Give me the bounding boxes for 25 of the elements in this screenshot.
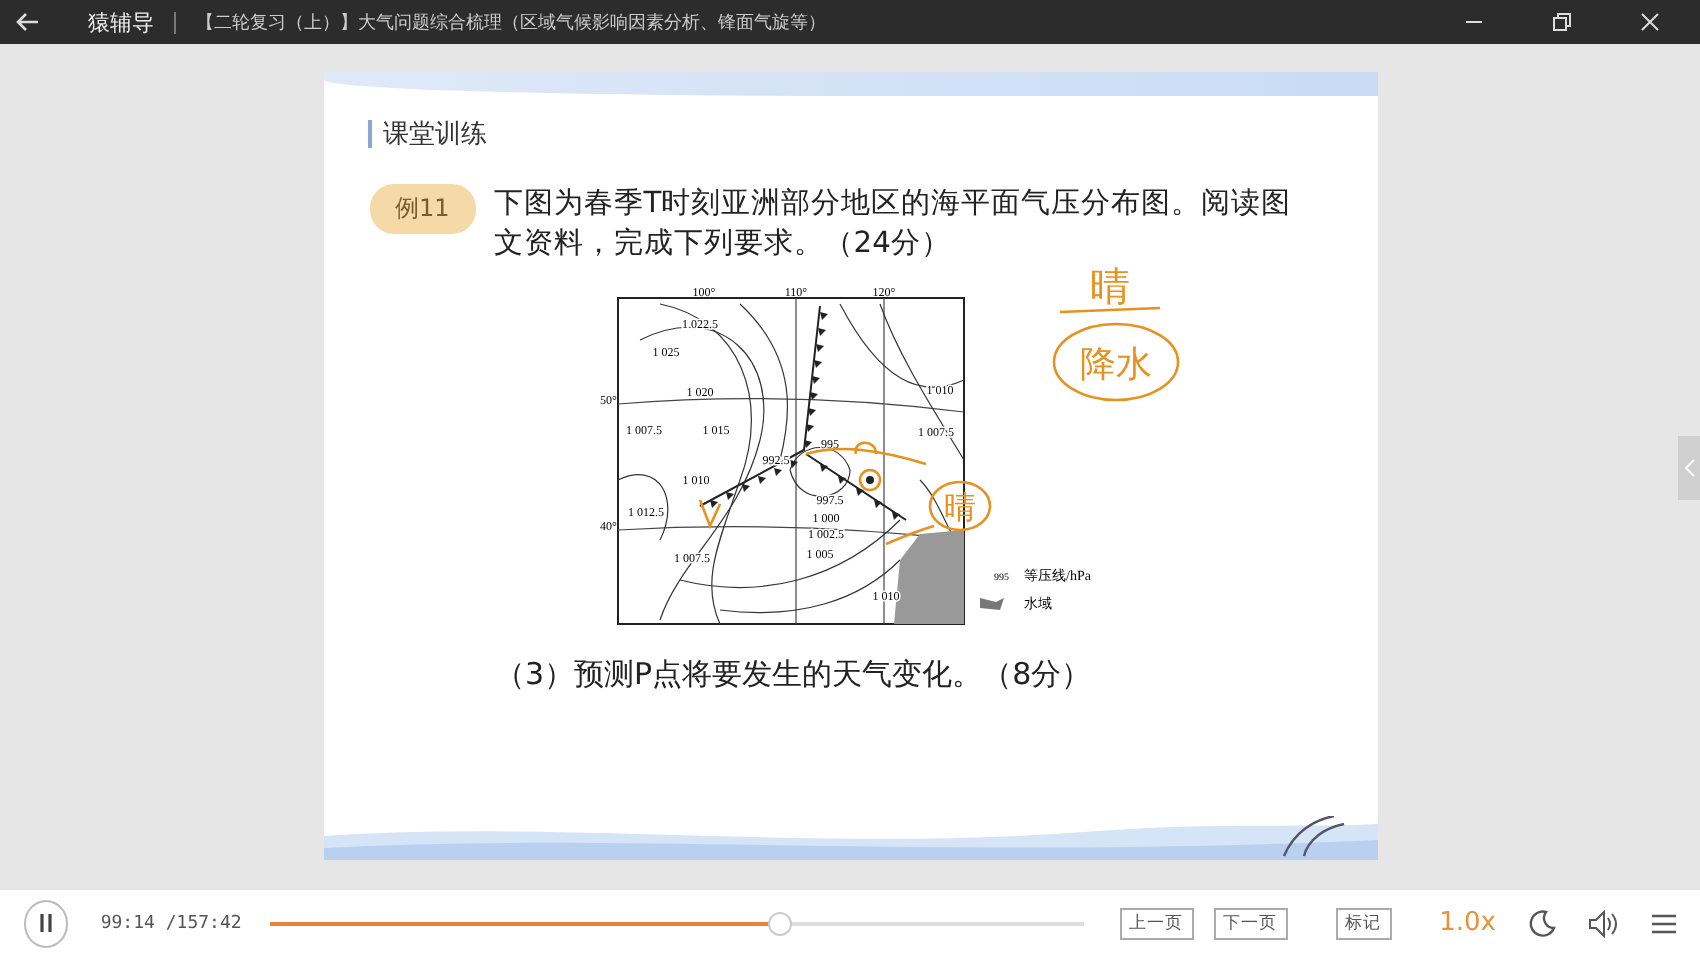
pause-button[interactable] [24, 899, 69, 947]
slider-thumb[interactable] [767, 911, 792, 935]
moon-icon[interactable] [1528, 909, 1556, 937]
pen-circle [1051, 322, 1179, 402]
question-text: 下图为春季T时刻亚洲部分地区的海平面气压分布图。阅读图文资料，完成下列要求。（24分） [493, 184, 1294, 264]
water-icon [979, 598, 1003, 610]
section-title: 课堂训练 [383, 118, 487, 152]
window-title: 【二轮复习（上）】大气问题综合梳理（区域气候影响因素分析、锋面气旋等） [196, 11, 828, 35]
pen-circle [857, 468, 881, 492]
side-panel-handle[interactable] [1678, 436, 1700, 500]
volume-icon[interactable] [1588, 909, 1620, 937]
back-icon[interactable] [16, 12, 40, 32]
app-name: 猿辅导 [88, 7, 154, 37]
page-button[interactable]: 标记 [1335, 907, 1392, 939]
handwritten-text: 降水 [1079, 344, 1151, 386]
handwritten-text: 晴 [1089, 262, 1129, 310]
pause-icon [38, 914, 55, 932]
playback-time: 99:14 /157:42 [100, 913, 242, 933]
menu-icon[interactable] [1652, 911, 1676, 935]
page-button[interactable]: 下一页 [1213, 907, 1288, 939]
page-button[interactable]: 上一页 [1119, 907, 1194, 939]
sub-question: （3）预测P点将要发生的天气变化。（8分） [495, 656, 1094, 694]
pen-underline [1058, 306, 1160, 314]
progress-slider[interactable] [269, 911, 1084, 935]
example-badge: 例11 [369, 184, 476, 234]
